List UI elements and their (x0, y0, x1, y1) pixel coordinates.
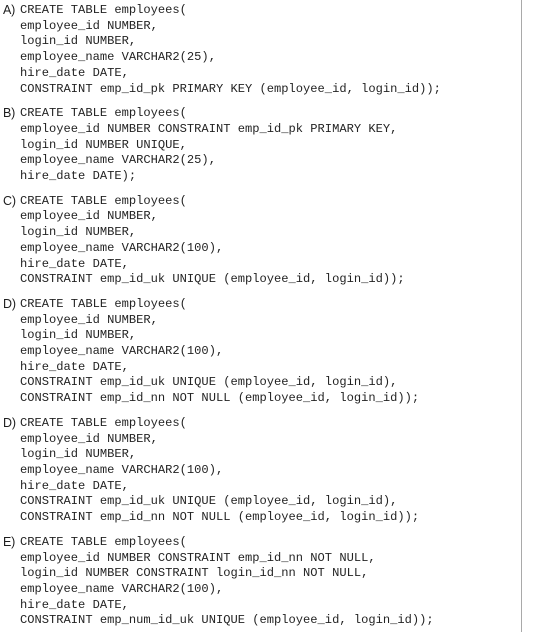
answer-option-code: CREATE TABLE employees(employee_id NUMBE… (20, 3, 521, 97)
code-line: employee_id NUMBER CONSTRAINT emp_id_nn … (20, 550, 376, 565)
page-right-rule (521, 0, 522, 632)
code-line: employee_name VARCHAR2(100), (20, 581, 224, 596)
code-line: login_id NUMBER UNIQUE, (20, 137, 187, 152)
code-line: CREATE TABLE employees( (20, 415, 187, 430)
code-line: CREATE TABLE employees( (20, 3, 187, 17)
code-line: employee_id NUMBER, (20, 312, 158, 327)
code-line: employee_name VARCHAR2(25), (20, 153, 216, 168)
code-line: employee_id NUMBER, (20, 18, 158, 33)
code-line: employee_id NUMBER, (20, 209, 158, 224)
answer-option[interactable]: D) CREATE TABLE employees(employee_id NUM… (0, 416, 521, 526)
code-line: CREATE TABLE employees( (20, 296, 187, 311)
answer-option-code: CREATE TABLE employees(employee_id NUMBE… (20, 297, 521, 407)
code-line: CONSTRAINT emp_id_pk PRIMARY KEY (employ… (20, 81, 441, 96)
code-line: employee_id NUMBER CONSTRAINT emp_id_pk … (20, 121, 398, 136)
answer-option-code: CREATE TABLE employees(employee_id NUMBE… (20, 194, 521, 288)
code-line: login_id NUMBER, (20, 447, 137, 462)
code-line: employee_name VARCHAR2(25), (20, 50, 216, 65)
code-line: CONSTRAINT emp_id_nn NOT NULL (employee_… (20, 510, 420, 525)
code-line: CREATE TABLE employees( (20, 534, 187, 549)
answer-option-code: CREATE TABLE employees(employee_id NUMBE… (20, 535, 521, 629)
code-line: hire_date DATE, (20, 65, 129, 80)
answer-option[interactable]: B) CREATE TABLE employees(employee_id NUM… (0, 106, 521, 185)
code-line: hire_date DATE, (20, 256, 129, 271)
answer-option-label: B) (3, 106, 16, 121)
answer-option[interactable]: D) CREATE TABLE employees(employee_id NUM… (0, 297, 521, 407)
answer-option[interactable]: E) CREATE TABLE employees(employee_id NUM… (0, 535, 521, 629)
code-line: CONSTRAINT emp_id_uk UNIQUE (employee_id… (20, 375, 398, 390)
code-line: employee_name VARCHAR2(100), (20, 462, 224, 477)
code-line: CONSTRAINT emp_num_id_uk UNIQUE (employe… (20, 613, 434, 628)
code-line: hire_date DATE, (20, 359, 129, 374)
document-page: A) CREATE TABLE employees(employee_id NUM… (0, 0, 533, 632)
answer-option-label: E) (3, 534, 16, 549)
code-line: employee_name VARCHAR2(100), (20, 344, 224, 359)
code-line: hire_date DATE); (20, 169, 137, 184)
answer-option-label: D) (3, 415, 16, 430)
answer-option[interactable]: A) CREATE TABLE employees(employee_id NUM… (0, 3, 521, 97)
code-line: hire_date DATE, (20, 597, 129, 612)
code-line: employee_id NUMBER, (20, 431, 158, 446)
code-line: login_id NUMBER, (20, 34, 137, 49)
answer-option-label: C) (3, 193, 16, 208)
answer-option-code: CREATE TABLE employees(employee_id NUMBE… (20, 106, 521, 185)
code-line: CREATE TABLE employees( (20, 193, 187, 208)
code-line: login_id NUMBER CONSTRAINT login_id_nn N… (20, 566, 369, 581)
answer-option-label: D) (3, 296, 16, 311)
code-line: CONSTRAINT emp_id_uk UNIQUE (employee_id… (20, 272, 405, 287)
answer-options-list: A) CREATE TABLE employees(employee_id NUM… (0, 0, 521, 638)
code-line: login_id NUMBER, (20, 225, 137, 240)
answer-option-label: A) (3, 3, 16, 17)
answer-option[interactable]: C) CREATE TABLE employees(employee_id NUM… (0, 194, 521, 288)
code-line: CREATE TABLE employees( (20, 106, 187, 121)
code-line: employee_name VARCHAR2(100), (20, 240, 224, 255)
code-line: hire_date DATE, (20, 478, 129, 493)
code-line: login_id NUMBER, (20, 328, 137, 343)
code-line: CONSTRAINT emp_id_uk UNIQUE (employee_id… (20, 494, 398, 509)
answer-option-code: CREATE TABLE employees(employee_id NUMBE… (20, 416, 521, 526)
code-line: CONSTRAINT emp_id_nn NOT NULL (employee_… (20, 391, 420, 406)
